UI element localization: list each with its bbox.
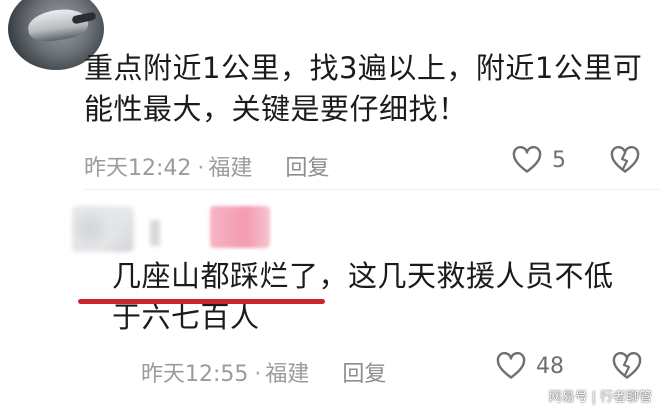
comment-time: 昨天12:55 [141,362,249,387]
like-button[interactable]: 5 [512,146,566,174]
comment-item: 重点附近1公里，找3遍以上，附近1公里可 能性最大，关键是要仔细找！ 昨天12:… [0,0,660,190]
watermark-source: 网易号 [548,390,588,405]
comment-text-line: 重点附近1公里，找3遍以上，附近1公里可 [84,51,643,85]
watermark: 网易号 | 行者聊管 [549,386,652,405]
watermark-author: 行者聊管 [599,390,652,405]
comment-meta: 昨天12:55 · 福建 回复 [141,356,386,388]
like-count: 48 [536,353,564,379]
highlighted-phrase: 几座山都踩烂了 [78,256,325,304]
comment-location: 福建 [265,362,310,387]
comment-text: 几座山都踩烂了 ，这几天救援人员不低 于六七百人 [78,256,642,338]
like-count: 5 [552,147,566,173]
watermark-separator: | [591,390,596,405]
comment-time: 昨天12:42 [84,156,192,181]
reply-button[interactable]: 回复 [285,150,329,182]
highlighted-text: 几座山都踩烂了 [112,259,319,293]
broken-heart-icon [610,146,640,173]
reply-button[interactable]: 回复 [342,356,386,388]
heart-icon [496,352,526,379]
comment-meta: 昨天12:42 · 福建 回复 [84,150,329,182]
heart-icon [512,146,542,173]
comment-text-line: 能性最大，关键是要仔细找！ [84,92,468,126]
comment-text-line: 几座山都踩烂了 ，这几天救援人员不低 [78,256,642,304]
like-button[interactable]: 48 [496,352,564,380]
bird-body [26,5,90,45]
blurred-avatar[interactable] [72,206,134,252]
dislike-button[interactable] [612,352,642,380]
comment-text-rest: ，这几天救援人员不低 [318,259,614,293]
blurred-detail [150,220,160,246]
broken-heart-icon [612,352,642,379]
dislike-button[interactable] [610,146,640,174]
comment-text: 重点附近1公里，找3遍以上，附近1公里可 能性最大，关键是要仔细找！ [84,48,644,130]
meta-separator: · [254,362,262,387]
comment-item: 几座山都踩烂了 ，这几天救援人员不低 于六七百人 昨天12:55 · 福建 回复 48 [0,190,660,411]
comment-location: 福建 [208,156,253,181]
meta-separator: · [197,156,205,181]
red-underline [78,299,325,304]
blurred-username [210,206,270,248]
